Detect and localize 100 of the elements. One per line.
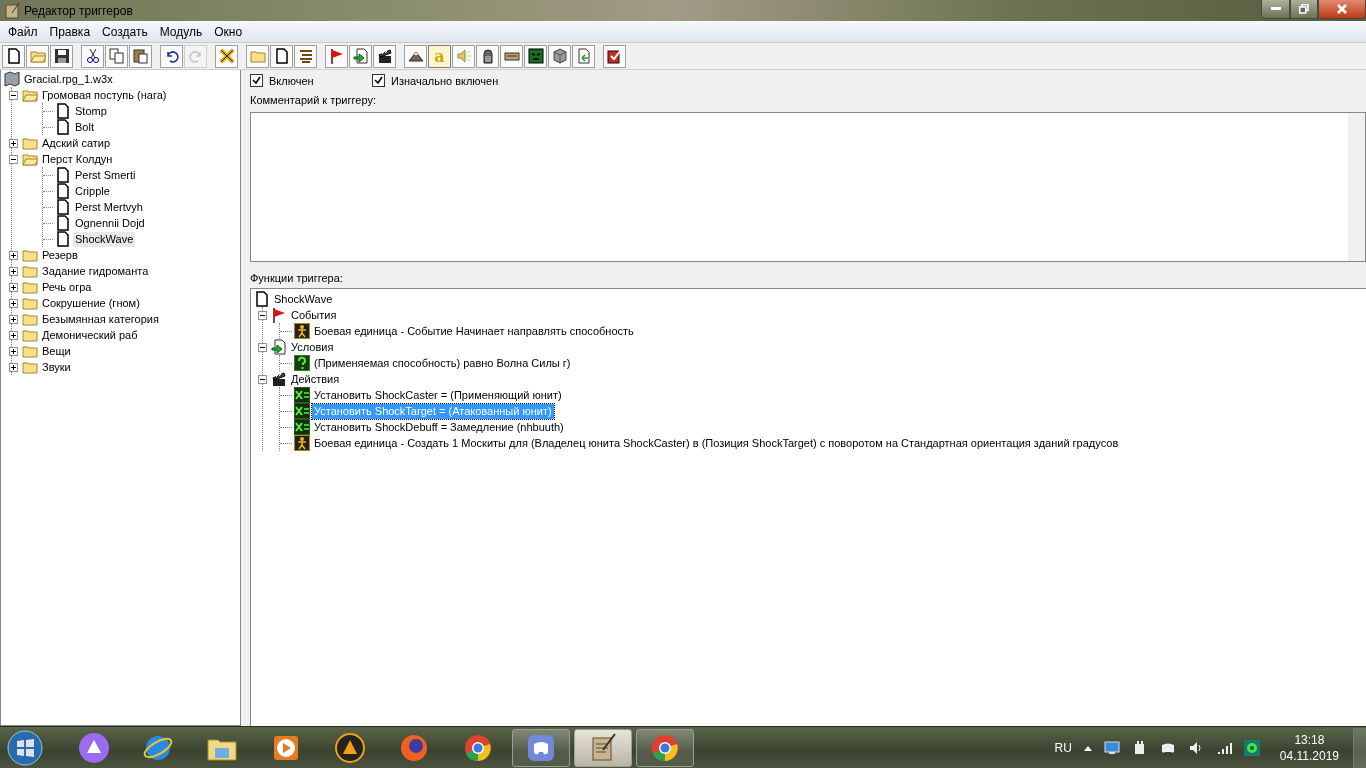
page-icon <box>55 231 71 247</box>
trigger-name[interactable]: ShockWave <box>272 291 335 307</box>
collapse-icon[interactable] <box>258 342 267 352</box>
tree-item[interactable]: Звуки <box>40 359 73 375</box>
tree-item[interactable]: Сокрушение (гном) <box>40 295 142 311</box>
restore-button[interactable] <box>1290 0 1318 19</box>
tree-item[interactable]: Демонический раб <box>40 327 140 343</box>
save-icon <box>53 48 70 64</box>
function-item[interactable]: (Применяемая способность) равно Волна Силы г) <box>312 355 573 371</box>
collapse-icon[interactable] <box>9 90 18 100</box>
menu-item[interactable]: Файл <box>2 24 44 39</box>
minimize-icon <box>1270 7 1281 11</box>
menu-item[interactable]: Правка <box>43 24 97 39</box>
menu-item[interactable]: Создать <box>96 24 154 39</box>
collapse-icon[interactable] <box>258 374 267 384</box>
tree-item[interactable]: Безымянная категория <box>40 311 161 327</box>
toolbar-button[interactable] <box>325 44 348 68</box>
open-folder-icon <box>22 151 38 167</box>
page-arrow-icon <box>575 48 592 64</box>
tree-item[interactable]: Perst Mertvyh <box>73 199 145 215</box>
page-icon <box>55 199 71 215</box>
expand-icon[interactable] <box>9 314 18 324</box>
tree-item[interactable]: Резерв <box>40 247 80 263</box>
variable-icon <box>294 419 310 435</box>
checkbox[interactable] <box>372 74 385 87</box>
tree-item[interactable]: Ognennii Dojd <box>73 215 147 231</box>
speaker-icon <box>455 48 472 64</box>
toolbar-button[interactable] <box>294 44 317 68</box>
restore-icon <box>1299 4 1309 14</box>
toolbar-button[interactable] <box>129 44 152 68</box>
expand-icon[interactable] <box>9 298 18 308</box>
language-indicator[interactable]: RU <box>1054 740 1072 755</box>
section-label[interactable]: Условия <box>289 339 336 355</box>
tree-item[interactable]: Gracial.rpg_1.w3x <box>22 71 115 87</box>
toolbar-button[interactable] <box>50 44 73 68</box>
folder-icon <box>22 247 38 263</box>
close-button[interactable] <box>1318 0 1366 19</box>
circle-icon <box>1243 739 1260 756</box>
toolbar-button[interactable] <box>524 44 547 68</box>
tree-item[interactable]: Речь огра <box>40 279 94 295</box>
folder-icon <box>22 279 38 295</box>
clock[interactable]: 13:18 04.11.2019 <box>1279 731 1339 764</box>
checkbox[interactable] <box>250 74 263 87</box>
toolbar-button[interactable] <box>603 44 626 68</box>
menu-item[interactable]: Окно <box>208 24 249 39</box>
toolbar-button[interactable] <box>215 44 238 68</box>
open-folder-icon <box>29 48 46 64</box>
tree-item[interactable]: Bolt <box>73 119 96 135</box>
page-icon <box>55 215 71 231</box>
expand-icon[interactable] <box>9 282 18 292</box>
tree-item[interactable]: Адский сатир <box>40 135 113 151</box>
function-item[interactable]: Боевая единица - Создать 1 Москиты для (Владелец юнита ShockCaster) в (Позиция ShockTarget) с поворотом на Стандартная ориентация зданий градусов <box>312 435 1121 451</box>
section-label[interactable]: События <box>289 307 339 323</box>
collapse-icon[interactable] <box>9 154 18 164</box>
tree-item[interactable]: Громовая поступь (нага) <box>40 87 169 103</box>
expand-icon[interactable] <box>9 250 18 260</box>
toolbar-button[interactable] <box>81 44 104 68</box>
collapse-icon[interactable] <box>258 310 267 320</box>
taskbar-app-button[interactable] <box>574 728 632 767</box>
section-label[interactable]: Действия <box>289 371 342 387</box>
toolbar-button[interactable] <box>404 44 427 68</box>
toolbar-button[interactable] <box>270 44 293 68</box>
toolbar-button[interactable] <box>160 44 183 68</box>
folder-icon <box>22 263 38 279</box>
taskbar-app-button[interactable] <box>636 728 694 767</box>
toolbar-button[interactable] <box>476 44 499 68</box>
comment-field[interactable] <box>250 112 1366 262</box>
test-icon <box>606 48 623 64</box>
expand-icon[interactable] <box>9 330 18 340</box>
toolbar-button[interactable] <box>373 44 396 68</box>
tree-item[interactable]: ShockWave <box>73 231 136 247</box>
tree-item[interactable]: Perst Smerti <box>73 167 138 183</box>
flag-icon <box>328 48 345 64</box>
tree-item[interactable]: Cripple <box>73 183 112 199</box>
toolbar-button[interactable] <box>548 44 571 68</box>
function-item[interactable]: Боевая единица - Событие Начинает направлять способность <box>312 323 636 339</box>
minimize-button[interactable] <box>1261 0 1290 19</box>
expand-icon[interactable] <box>9 138 18 148</box>
close-icon <box>1336 4 1348 14</box>
expand-icon[interactable] <box>9 346 18 356</box>
tree-item[interactable]: Перст Колдун <box>40 151 115 167</box>
caret-up-icon <box>1083 744 1092 751</box>
expand-icon[interactable] <box>9 266 18 276</box>
tree-item[interactable]: Задание гидроманта <box>40 263 151 279</box>
page-icon <box>55 183 71 199</box>
page-icon <box>55 167 71 183</box>
tree-item[interactable]: Stomp <box>73 103 109 119</box>
folder-icon <box>249 48 266 64</box>
copy-icon <box>108 48 125 64</box>
function-item[interactable]: Установить ShockCaster = (Применяющий юнит) <box>312 387 564 403</box>
toolbar-button[interactable] <box>2 44 25 68</box>
function-item[interactable]: Установить ShockDebuff = Замедление (nhbuuth) <box>312 419 566 435</box>
menu-item[interactable]: Модуль <box>153 24 209 39</box>
expand-icon[interactable] <box>9 362 18 372</box>
clapperboard-icon <box>376 48 393 64</box>
map-icon <box>4 71 20 87</box>
page-icon <box>55 119 71 135</box>
taskbar-app-button[interactable] <box>512 728 570 767</box>
tree-item[interactable]: Вещи <box>40 343 73 359</box>
clapperboard-icon <box>271 371 287 387</box>
